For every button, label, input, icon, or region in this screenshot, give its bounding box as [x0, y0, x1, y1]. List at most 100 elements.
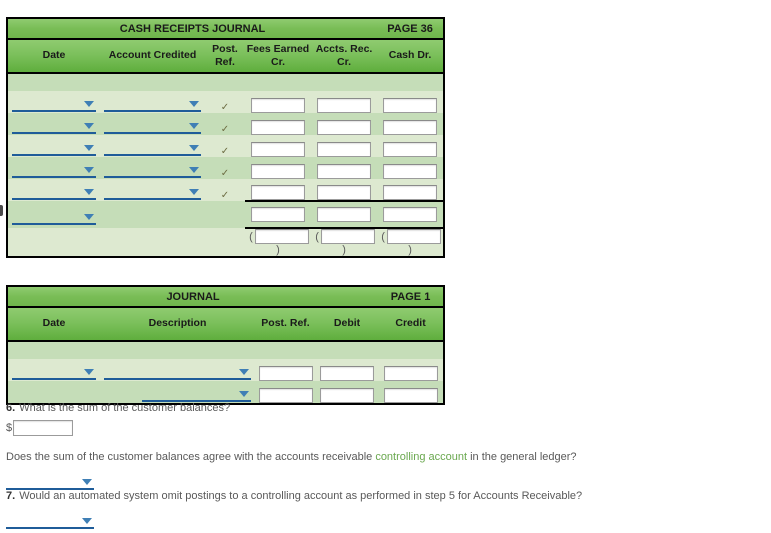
- chevron-down-icon: [239, 391, 249, 397]
- cell-date: [7, 359, 100, 381]
- cell-totals-account: [100, 201, 205, 228]
- totals-row: [7, 201, 445, 229]
- posting-reference-row: () () (): [7, 228, 445, 258]
- accts-rec-cr-input[interactable]: [317, 98, 372, 113]
- fees-earned-cr-input[interactable]: [251, 164, 305, 179]
- column-header-debit: Debit: [316, 307, 379, 342]
- spacer-cell: [7, 73, 445, 91]
- question-agree-block: Does the sum of the customer balances ag…: [6, 451, 577, 490]
- posting-ref-accts-rec-input[interactable]: [320, 229, 375, 244]
- post-ref-line1: Post.: [212, 42, 238, 55]
- account-credited-dropdown[interactable]: [104, 135, 201, 156]
- journal-debit-input[interactable]: [320, 388, 375, 403]
- date-dropdown[interactable]: [12, 91, 96, 112]
- cell-fees-earned-cr: [245, 157, 311, 179]
- cell-date: [7, 135, 100, 157]
- totals-fees-earned-cr-input[interactable]: [251, 207, 305, 222]
- date-dropdown[interactable]: [12, 135, 96, 156]
- cash-dr-input[interactable]: [383, 98, 438, 113]
- cell-posting-ref-postref: [205, 228, 245, 258]
- totals-accts-rec-cr-input[interactable]: [317, 207, 372, 222]
- dollar-sign-label: $: [6, 422, 13, 434]
- question-agree-dropdown[interactable]: [6, 471, 94, 490]
- fees-earned-line2: Cr.: [270, 56, 285, 68]
- controlling-account-link[interactable]: controlling account: [375, 451, 467, 463]
- cell-debit: [316, 359, 379, 381]
- table-row: ✓: [7, 113, 445, 135]
- cash-dr-input[interactable]: [383, 185, 438, 200]
- column-header-post-ref: Post. Ref.: [255, 307, 316, 342]
- cell-posting-ref-date: [7, 228, 100, 258]
- cash-dr-input[interactable]: [383, 164, 438, 179]
- accts-rec-cr-input[interactable]: [317, 120, 372, 135]
- fees-earned-cr-input[interactable]: [251, 142, 305, 157]
- totals-cash-dr-input[interactable]: [383, 207, 438, 222]
- journal-description-dropdown[interactable]: [142, 381, 251, 402]
- cell-post-ref: [255, 381, 316, 404]
- cell-posting-ref-fees-earned: (): [245, 228, 311, 258]
- cash-receipts-title-row: CASH RECEIPTS JOURNAL PAGE 36: [7, 18, 445, 40]
- posting-ref-cash-dr-input[interactable]: [386, 229, 441, 244]
- account-credited-dropdown[interactable]: [104, 179, 201, 200]
- date-dropdown[interactable]: [12, 157, 96, 178]
- column-header-accts-rec-cr: Accts. Rec. Cr.: [311, 39, 378, 74]
- question-agree-text-after: in the general ledger?: [467, 451, 577, 463]
- cash-receipts-journal-table: CASH RECEIPTS JOURNAL PAGE 36 Date Accou…: [6, 17, 446, 259]
- chevron-down-icon: [84, 167, 94, 173]
- chevron-down-icon: [84, 213, 94, 220]
- spacer-cell: [7, 341, 445, 359]
- date-dropdown[interactable]: [12, 179, 96, 200]
- accts-rec-cr-input[interactable]: [317, 185, 372, 200]
- table-row: ✓: [7, 135, 445, 157]
- column-header-account-credited: Account Credited: [100, 39, 205, 74]
- post-ref-check: ✓: [205, 113, 245, 135]
- question-6-answer-input[interactable]: [13, 420, 74, 436]
- cell-date: [7, 157, 100, 179]
- posting-ref-fees-earned-input[interactable]: [254, 229, 309, 244]
- question-6-prompt: What is the sum of the customer balances…: [19, 402, 231, 414]
- cash-dr-input[interactable]: [383, 142, 438, 157]
- cell-credit: [378, 359, 445, 381]
- journal-description-dropdown[interactable]: [104, 359, 251, 380]
- journal-date-dropdown[interactable]: [12, 359, 96, 380]
- cell-date: [7, 179, 100, 201]
- question-7-prompt: Would an automated system omit postings …: [19, 490, 583, 502]
- question-7-block: 7. Would an automated system omit posting…: [6, 490, 582, 529]
- close-paren: ): [342, 244, 346, 257]
- question-7-text-line: 7. Would an automated system omit posting…: [6, 490, 582, 502]
- cell-date: [7, 381, 100, 404]
- chevron-down-icon: [84, 189, 94, 195]
- cash-dr-input[interactable]: [383, 120, 438, 135]
- account-credited-dropdown[interactable]: [104, 91, 201, 112]
- cash-receipts-title: CASH RECEIPTS JOURNAL: [7, 18, 378, 40]
- spacer-row: [7, 73, 445, 91]
- chevron-down-icon: [84, 145, 94, 151]
- accts-rec-cr-input[interactable]: [317, 142, 372, 157]
- cell-totals-fees-earned-cr: [245, 201, 311, 229]
- journal-credit-input[interactable]: [383, 388, 438, 403]
- journal-credit-input[interactable]: [383, 366, 438, 381]
- question-7-dropdown[interactable]: [6, 510, 94, 529]
- fees-earned-cr-input[interactable]: [251, 120, 305, 135]
- chevron-down-icon: [84, 101, 94, 107]
- totals-date-dropdown[interactable]: [12, 204, 96, 225]
- chevron-down-icon: [189, 145, 199, 151]
- fees-earned-line1: Fees Earned: [246, 42, 310, 55]
- accts-rec-cr-input[interactable]: [317, 164, 372, 179]
- journal-post-ref-input[interactable]: [258, 388, 313, 403]
- fees-earned-cr-input[interactable]: [251, 98, 305, 113]
- post-ref-check: ✓: [205, 135, 245, 157]
- journal-debit-input[interactable]: [320, 366, 375, 381]
- cell-accts-rec-cr: [311, 157, 378, 179]
- account-credited-dropdown[interactable]: [104, 157, 201, 178]
- journal-title-row: JOURNAL PAGE 1: [7, 286, 445, 308]
- cell-accts-rec-cr: [311, 135, 378, 157]
- close-paren: ): [276, 244, 280, 257]
- account-credited-dropdown[interactable]: [104, 113, 201, 134]
- cell-fees-earned-cr: [245, 179, 311, 202]
- date-dropdown[interactable]: [12, 113, 96, 134]
- cell-accts-rec-cr: [311, 91, 378, 113]
- row-marker-nub: [0, 205, 3, 216]
- fees-earned-cr-input[interactable]: [251, 185, 305, 200]
- journal-post-ref-input[interactable]: [258, 366, 313, 381]
